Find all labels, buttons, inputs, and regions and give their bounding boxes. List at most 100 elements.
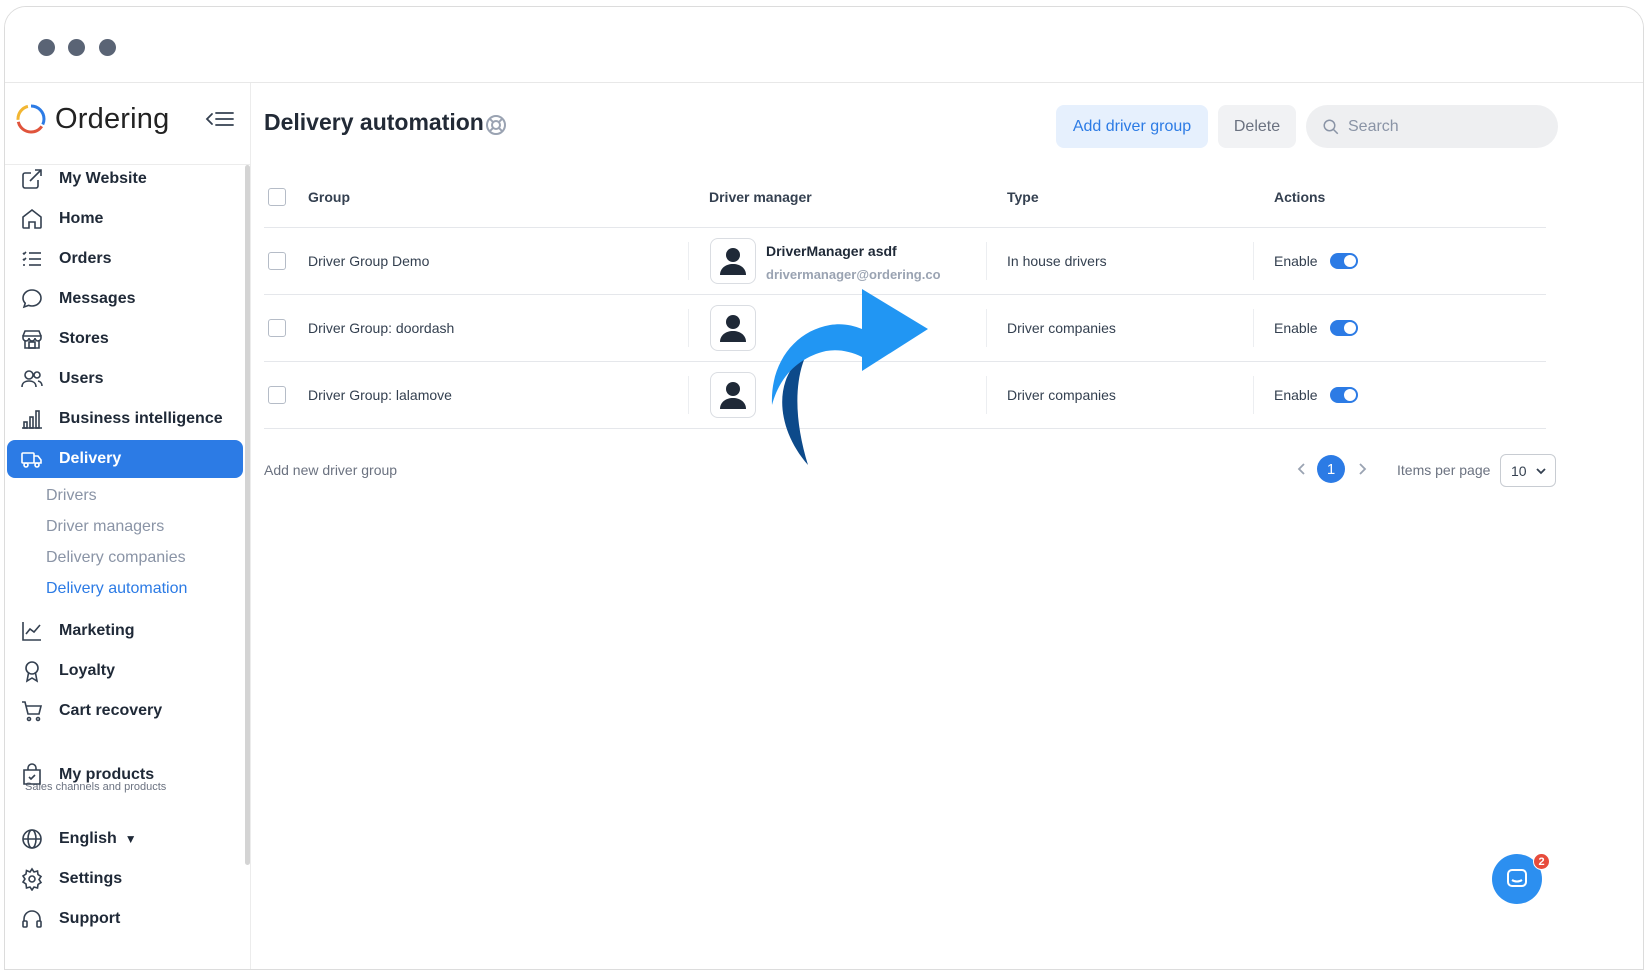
- column-separator: [1253, 376, 1254, 414]
- search-input[interactable]: [1348, 117, 1538, 136]
- select-all-checkbox[interactable]: [268, 188, 286, 206]
- page-number-button[interactable]: 1: [1317, 455, 1345, 483]
- items-per-page-value: 10: [1511, 462, 1527, 479]
- bag-icon: [19, 762, 45, 788]
- sidebar-item-label: Support: [59, 910, 121, 927]
- sidebar-item-label: Home: [59, 210, 104, 227]
- group-type: Driver companies: [1007, 320, 1116, 336]
- sidebar-item-messages[interactable]: Messages: [7, 280, 243, 318]
- gear-icon: [19, 866, 45, 892]
- enable-toggle[interactable]: [1330, 387, 1358, 403]
- cart-icon: [19, 698, 45, 724]
- group-name: Driver Group: doordash: [308, 320, 455, 336]
- sidebar-item-delivery[interactable]: Delivery: [7, 440, 243, 478]
- sidebar-item-label: My products: [59, 766, 155, 783]
- sidebar-scrollbar[interactable]: [245, 165, 250, 865]
- enable-toggle[interactable]: [1330, 253, 1358, 269]
- add-new-driver-group-link[interactable]: Add new driver group: [264, 462, 397, 478]
- brand[interactable]: Ordering: [15, 99, 169, 139]
- action-label: Enable: [1274, 387, 1318, 403]
- action-label: Enable: [1274, 320, 1318, 336]
- sidebar-item-label: Cart recovery: [59, 702, 163, 719]
- annotation-arrow-icon: [771, 289, 928, 465]
- sidebar-item-settings[interactable]: Settings: [7, 860, 243, 898]
- delete-button[interactable]: Delete: [1218, 105, 1296, 148]
- sidebar-subitem-driver-managers[interactable]: Driver managers: [46, 518, 164, 536]
- manager-name: DriverManager asdf: [766, 243, 897, 259]
- page-title: Delivery automation: [264, 109, 484, 135]
- home-icon: [19, 206, 45, 232]
- window-maximize-button[interactable]: [99, 39, 116, 56]
- search-icon: [1322, 118, 1340, 136]
- chat-icon: [1507, 869, 1527, 887]
- enable-toggle[interactable]: [1330, 320, 1358, 336]
- group-name: Driver Group Demo: [308, 253, 430, 269]
- sidebar-item-users[interactable]: Users: [7, 360, 243, 398]
- sidebar-item-label: Users: [59, 370, 104, 387]
- group-type: Driver companies: [1007, 387, 1116, 403]
- window-minimize-button[interactable]: [68, 39, 85, 56]
- row-checkbox[interactable]: [268, 386, 286, 404]
- sidebar-item-label: Delivery: [59, 450, 122, 467]
- sidebar-item-stores[interactable]: Stores: [7, 320, 243, 358]
- help-lifebuoy-icon[interactable]: [484, 113, 508, 137]
- column-separator: [688, 242, 689, 280]
- language-selector[interactable]: English ▼: [7, 820, 243, 858]
- search-box: [1306, 105, 1558, 148]
- store-icon: [19, 326, 45, 352]
- action-label: Enable: [1274, 253, 1318, 269]
- notification-badge: 2: [1533, 853, 1550, 870]
- title-bar: [5, 7, 1643, 83]
- add-driver-group-button[interactable]: Add driver group: [1056, 105, 1208, 148]
- column-header-driver-manager: Driver manager: [709, 189, 812, 205]
- chevron-down-icon: [1535, 465, 1547, 477]
- sidebar-item-support[interactable]: Support: [7, 900, 243, 938]
- sidebar-item-label: Stores: [59, 330, 109, 347]
- sidebar-subitem-drivers[interactable]: Drivers: [46, 487, 97, 505]
- chevron-right-icon[interactable]: [1352, 459, 1372, 479]
- list-icon: [19, 246, 45, 272]
- sidebar-item-business-intelligence[interactable]: Business intelligence: [7, 400, 243, 438]
- window-close-button[interactable]: [38, 39, 55, 56]
- column-header-group: Group: [308, 189, 350, 205]
- sidebar-item-orders[interactable]: Orders: [7, 240, 243, 278]
- avatar: [710, 372, 756, 418]
- items-per-page-select[interactable]: 10: [1500, 454, 1556, 487]
- main-content: Delivery automation Add driver group Del…: [252, 83, 1643, 969]
- sidebar-item-label: Marketing: [59, 622, 135, 639]
- sidebar-item-home[interactable]: Home: [7, 200, 243, 238]
- sidebar-item-label: My Website: [59, 170, 147, 187]
- truck-icon: [19, 446, 45, 472]
- sidebar-item-loyalty[interactable]: Loyalty: [7, 652, 243, 690]
- column-header-type: Type: [1007, 189, 1039, 205]
- row-checkbox[interactable]: [268, 319, 286, 337]
- sidebar-item-marketing[interactable]: Marketing: [7, 612, 243, 650]
- group-type: In house drivers: [1007, 253, 1107, 269]
- column-separator: [688, 376, 689, 414]
- chat-bubble-icon: [19, 286, 45, 312]
- column-separator: [986, 376, 987, 414]
- sidebar-item-my-website[interactable]: My Website: [7, 160, 243, 198]
- sidebar: Ordering My Website Home Orders Messages…: [5, 83, 251, 969]
- avatar: [710, 305, 756, 351]
- award-icon: [19, 658, 45, 684]
- column-separator: [1253, 242, 1254, 280]
- user-avatar-icon: [720, 315, 746, 342]
- sidebar-subitem-delivery-companies[interactable]: Delivery companies: [46, 549, 186, 567]
- user-avatar-icon: [720, 248, 746, 275]
- headset-icon: [19, 906, 45, 932]
- user-avatar-icon: [720, 382, 746, 409]
- chevron-left-icon[interactable]: [1292, 459, 1312, 479]
- row-checkbox[interactable]: [268, 252, 286, 270]
- sidebar-item-my-products[interactable]: My products: [7, 756, 243, 794]
- bar-chart-icon: [19, 406, 45, 432]
- sidebar-subitem-delivery-automation[interactable]: Delivery automation: [46, 580, 187, 598]
- collapse-sidebar-icon[interactable]: [205, 107, 235, 131]
- brand-name: Ordering: [55, 102, 170, 135]
- users-icon: [19, 366, 45, 392]
- items-per-page-label: Items per page: [1397, 462, 1491, 478]
- sidebar-item-cart-recovery[interactable]: Cart recovery: [7, 692, 243, 730]
- language-label: English: [59, 830, 117, 847]
- column-separator: [1253, 309, 1254, 347]
- sidebar-item-label: Business intelligence: [59, 410, 223, 427]
